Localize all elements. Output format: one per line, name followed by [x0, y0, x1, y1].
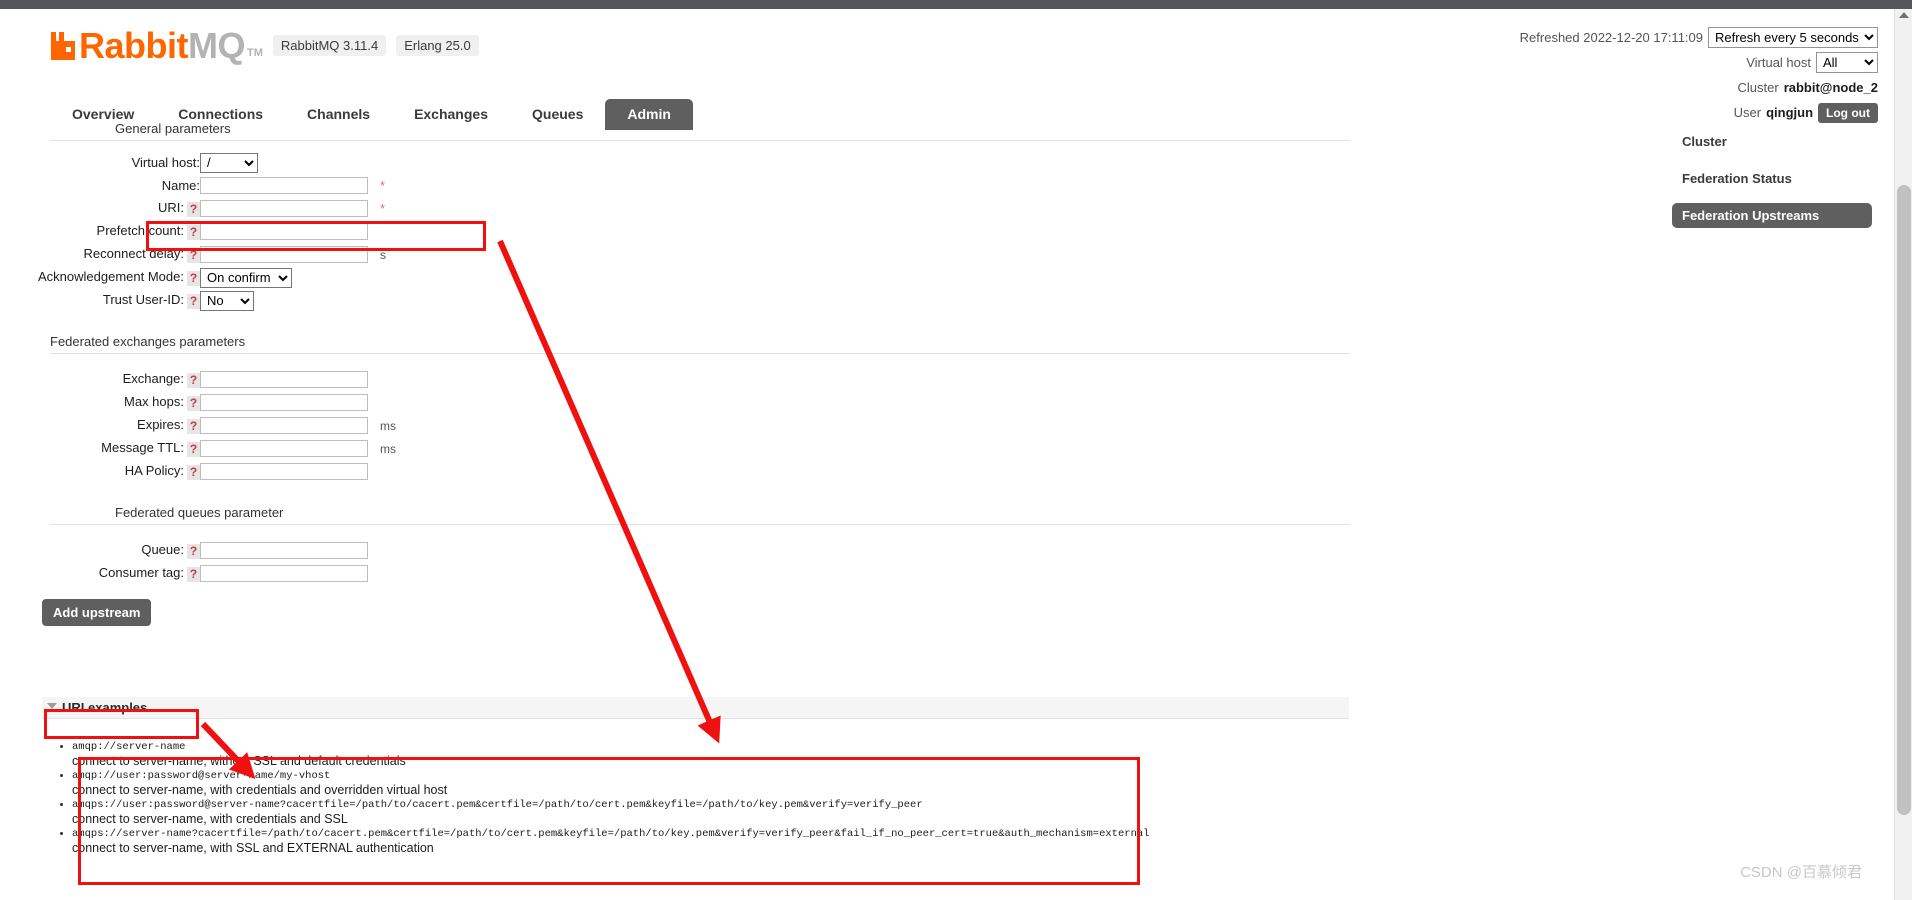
- scrollbar-thumb[interactable]: [1897, 185, 1911, 815]
- browser-top-bar: [0, 0, 1912, 9]
- csdn-watermark: CSDN @百慕倾君: [1740, 864, 1862, 881]
- page-root: Rabbit MQ TM RabbitMQ 3.11.4 Erlang 25.0…: [0, 9, 1894, 900]
- page-scrollbar[interactable]: [1894, 9, 1912, 900]
- annotation-arrows: [200, 239, 721, 780]
- annotation-arrow-short: [200, 721, 256, 780]
- annotation-arrow-long: [497, 239, 721, 744]
- scroll-up-arrow-icon[interactable]: [1899, 12, 1909, 18]
